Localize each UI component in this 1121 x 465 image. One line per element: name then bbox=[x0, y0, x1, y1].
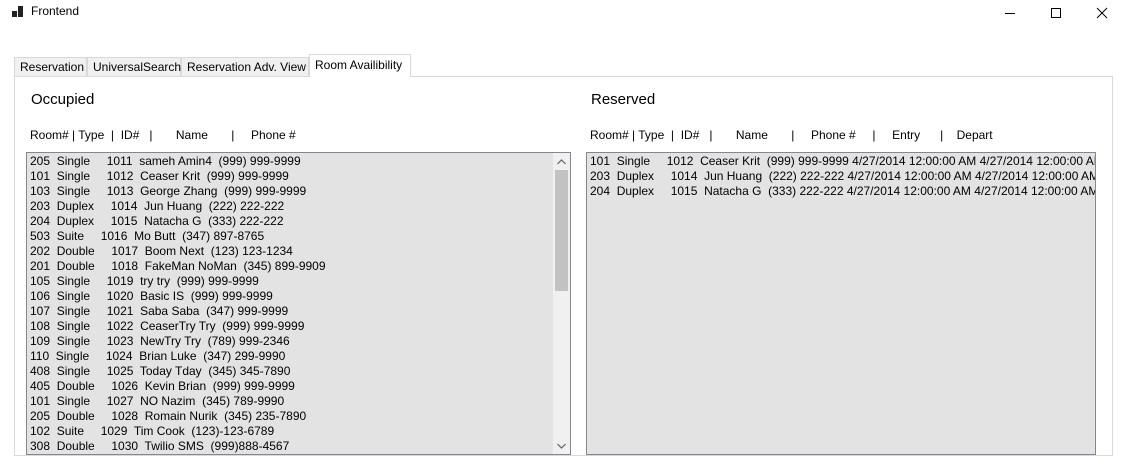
list-item[interactable]: 408 Single 1025 Today Tday (345) 345-789… bbox=[27, 364, 570, 379]
list-item[interactable]: 110 Single 1024 Brian Luke (347) 299-999… bbox=[27, 349, 570, 364]
occupied-listbox[interactable]: 205 Single 1011 sameh Amin4 (999) 999-99… bbox=[26, 152, 571, 455]
room-availibility-panel: Occupied Reserved Room# | Type | ID# | N… bbox=[14, 76, 1113, 456]
tab-reservation[interactable]: Reservation bbox=[14, 57, 87, 76]
list-item[interactable]: 205 Double 1028 Romain Nurik (345) 235-7… bbox=[27, 409, 570, 424]
occupied-column-headers: Room# | Type | ID# | Name | Phone # bbox=[30, 128, 296, 142]
minimize-icon bbox=[1005, 13, 1015, 14]
list-item[interactable]: 204 Duplex 1015 Natacha G (333) 222-222 bbox=[27, 214, 570, 229]
list-item[interactable]: 202 Double 1017 Boom Next (123) 123-1234 bbox=[27, 244, 570, 259]
scroll-up-arrow-icon bbox=[557, 158, 566, 164]
list-item[interactable]: 105 Single 1019 try try (999) 999-9999 bbox=[27, 274, 570, 289]
list-item[interactable]: 101 Single 1012 Ceaser Krit (999) 999-99… bbox=[587, 154, 1095, 169]
close-button[interactable] bbox=[1079, 0, 1121, 26]
tab-universalsearch[interactable]: UniversalSearch bbox=[87, 57, 181, 76]
reserved-heading: Reserved bbox=[591, 91, 656, 108]
list-item[interactable]: 102 Suite 1029 Tim Cook (123)-123-6789 bbox=[27, 424, 570, 439]
scroll-thumb[interactable] bbox=[555, 170, 568, 291]
list-item[interactable]: 109 Single 1023 NewTry Try (789) 999-234… bbox=[27, 334, 570, 349]
scroll-up-button[interactable] bbox=[553, 153, 570, 170]
list-item[interactable]: 107 Single 1021 Saba Saba (347) 999-9999 bbox=[27, 304, 570, 319]
minimize-button[interactable] bbox=[987, 0, 1033, 26]
title-bar: Frontend bbox=[0, 0, 1121, 30]
occupied-scrollbar[interactable] bbox=[553, 153, 570, 454]
close-icon bbox=[1096, 7, 1108, 19]
list-item[interactable]: 203 Duplex 1014 Jun Huang (222) 222-222 … bbox=[587, 169, 1095, 184]
reserved-list: 101 Single 1012 Ceaser Krit (999) 999-99… bbox=[587, 153, 1095, 199]
list-item[interactable]: 106 Single 1020 Basic IS (999) 999-9999 bbox=[27, 289, 570, 304]
reserved-listbox[interactable]: 101 Single 1012 Ceaser Krit (999) 999-99… bbox=[586, 152, 1096, 455]
occupied-heading: Occupied bbox=[31, 91, 95, 108]
scroll-down-button[interactable] bbox=[553, 437, 570, 454]
list-item[interactable]: 203 Duplex 1014 Jun Huang (222) 222-222 bbox=[27, 199, 570, 214]
maximize-icon bbox=[1051, 8, 1061, 18]
tab-reservation-adv-view[interactable]: Reservation Adv. View bbox=[181, 57, 309, 76]
list-item[interactable]: 101 Single 1012 Ceaser Krit (999) 999-99… bbox=[27, 169, 570, 184]
app-icon bbox=[12, 6, 23, 17]
maximize-button[interactable] bbox=[1033, 0, 1079, 26]
list-item[interactable]: 204 Duplex 1015 Natacha G (333) 222-222 … bbox=[587, 184, 1095, 199]
list-item[interactable]: 108 Single 1022 CeaserTry Try (999) 999-… bbox=[27, 319, 570, 334]
list-item[interactable]: 308 Double 1030 Twilio SMS (999)888-4567 bbox=[27, 439, 570, 454]
list-item[interactable]: 503 Suite 1016 Mo Butt (347) 897-8765 bbox=[27, 229, 570, 244]
window-title: Frontend bbox=[31, 4, 80, 18]
scroll-down-arrow-icon bbox=[557, 443, 566, 449]
list-item[interactable]: 101 Single 1027 NO Nazim (345) 789-9990 bbox=[27, 394, 570, 409]
occupied-list: 205 Single 1011 sameh Amin4 (999) 999-99… bbox=[27, 153, 570, 454]
list-item[interactable]: 405 Double 1026 Kevin Brian (999) 999-99… bbox=[27, 379, 570, 394]
reserved-column-headers: Room# | Type | ID# | Name | Phone # | En… bbox=[590, 128, 993, 142]
list-item[interactable]: 103 Single 1013 George Zhang (999) 999-9… bbox=[27, 184, 570, 199]
tab-room-availibility[interactable]: Room Availibility bbox=[309, 54, 411, 77]
list-item[interactable]: 201 Double 1018 FakeMan NoMan (345) 899-… bbox=[27, 259, 570, 274]
list-item[interactable]: 205 Single 1011 sameh Amin4 (999) 999-99… bbox=[27, 154, 570, 169]
